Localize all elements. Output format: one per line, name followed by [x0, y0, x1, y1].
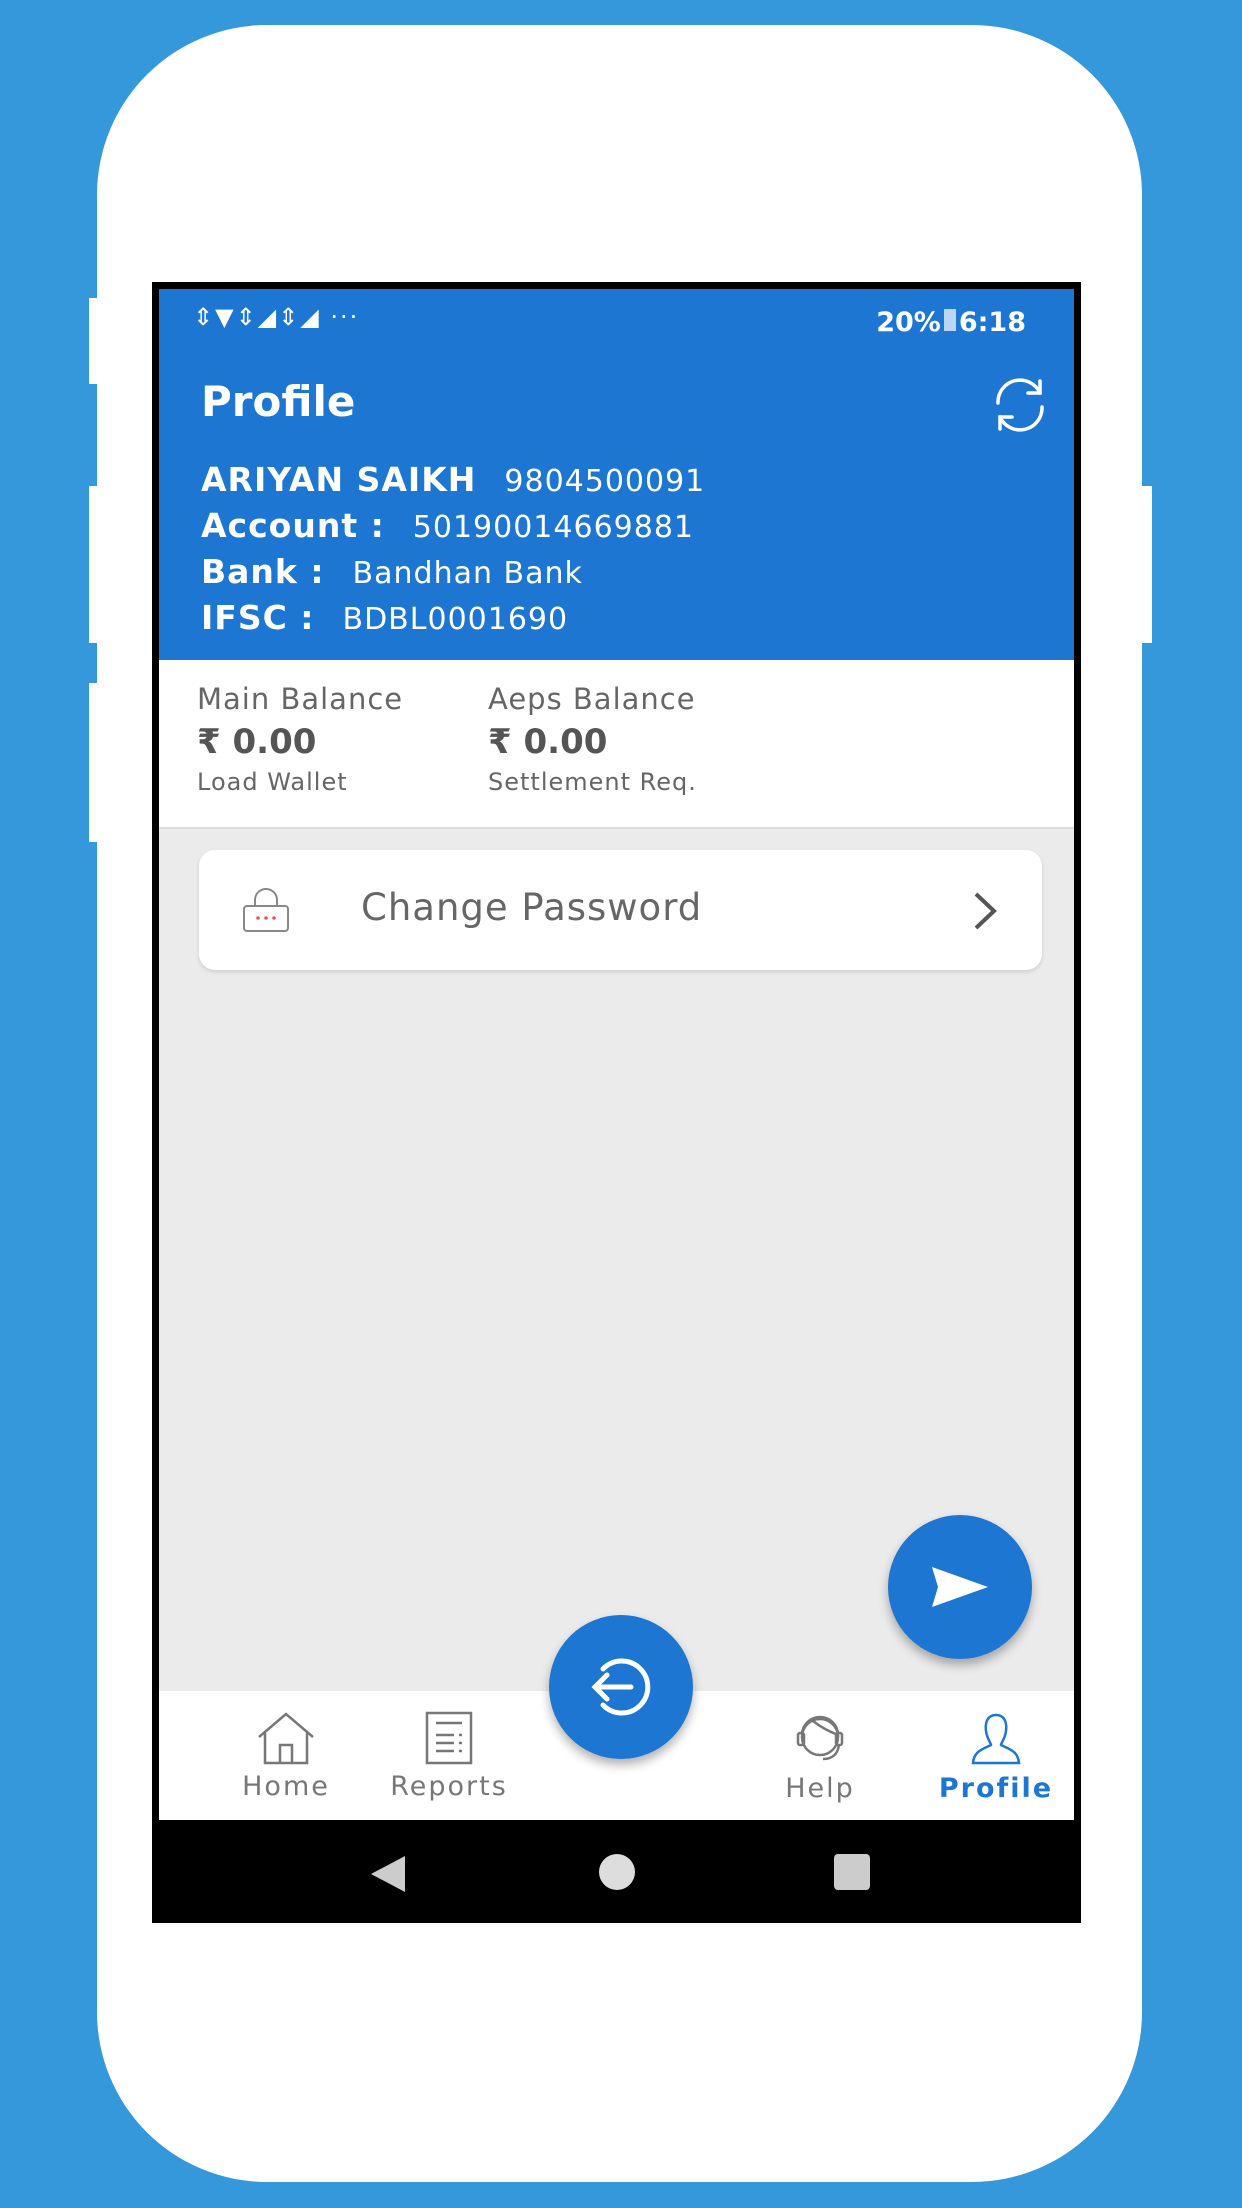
- aeps-balance-label: Aeps Balance: [488, 682, 696, 716]
- nav-profile-label: Profile: [938, 1773, 1054, 1804]
- send-icon: [932, 1567, 988, 1607]
- ifsc-code: BDBL0001690: [342, 602, 569, 637]
- support-icon: [796, 1715, 844, 1761]
- signal-icons: ⇕▼⇕◢⇕◢ ···: [193, 303, 360, 331]
- status-bar: ⇕▼⇕◢⇕◢ ··· 20% 6:18: [159, 289, 1074, 359]
- lock-icon: [243, 888, 289, 932]
- account-number: 50190014669881: [412, 510, 694, 545]
- bank-row: Bank : Bandhan Bank: [201, 552, 583, 591]
- chevron-right-icon: [974, 892, 997, 930]
- clock: 6:18: [958, 307, 1026, 338]
- user-info: ARIYAN SAIKH 9804500091 Account : 50190014…: [159, 450, 1074, 660]
- reports-icon: [425, 1711, 473, 1765]
- refresh-icon[interactable]: [988, 373, 1052, 437]
- battery-icon: [943, 309, 956, 331]
- main-balance-amount: ₹ 0.00: [197, 722, 317, 762]
- nav-reports[interactable]: Reports: [374, 1711, 524, 1802]
- ifsc-label: IFSC :: [201, 598, 315, 637]
- nav-home[interactable]: Home: [211, 1711, 361, 1802]
- phone-side-button: [89, 486, 99, 643]
- bank-label: Bank :: [201, 552, 325, 591]
- settlement-request-link[interactable]: Settlement Req.: [488, 768, 697, 796]
- phone-side-button: [1142, 486, 1152, 643]
- main-balance: Main Balance ₹ 0.00 Load Wallet: [197, 682, 403, 796]
- aeps-balance-amount: ₹ 0.00: [488, 722, 608, 762]
- recents-button[interactable]: [834, 1854, 870, 1890]
- home-button[interactable]: [599, 1854, 635, 1890]
- nav-profile[interactable]: Profile: [921, 1711, 1071, 1804]
- send-fab[interactable]: [888, 1515, 1032, 1659]
- nav-help-label: Help: [785, 1773, 855, 1804]
- load-wallet-link[interactable]: Load Wallet: [197, 768, 403, 796]
- change-password-item[interactable]: Change Password: [199, 850, 1042, 970]
- back-icon[interactable]: [367, 1854, 407, 1894]
- system-nav-bar: [159, 1820, 1074, 1923]
- user-name-row: ARIYAN SAIKH 9804500091: [201, 460, 705, 499]
- app-screen: ⇕▼⇕◢⇕◢ ··· 20% 6:18 Profile ARIYAN SAIKH 9…: [159, 289, 1074, 1820]
- app-toolbar: Profile: [159, 359, 1074, 450]
- phone-side-button: [89, 298, 99, 384]
- nav-help[interactable]: Help: [745, 1711, 895, 1804]
- phone-side-button: [89, 683, 99, 842]
- logout-icon: [591, 1658, 651, 1716]
- logout-fab[interactable]: [549, 1615, 693, 1759]
- battery-level: 20%: [876, 307, 941, 338]
- nav-home-label: Home: [242, 1771, 330, 1802]
- user-phone: 9804500091: [504, 464, 706, 499]
- ifsc-row: IFSC : BDBL0001690: [201, 598, 568, 637]
- home-icon: [258, 1712, 314, 1765]
- nav-reports-label: Reports: [390, 1771, 508, 1802]
- aeps-balance: Aeps Balance ₹ 0.00 Settlement Req.: [488, 682, 697, 796]
- account-row: Account : 50190014669881: [201, 506, 694, 545]
- page-title: Profile: [201, 377, 356, 426]
- account-label: Account :: [201, 506, 385, 545]
- status-right: 20% 6:18: [876, 307, 1026, 338]
- bank-name: Bandhan Bank: [352, 556, 583, 591]
- user-icon: [971, 1713, 1021, 1765]
- change-password-label: Change Password: [361, 886, 703, 929]
- user-name: ARIYAN SAIKH: [201, 460, 477, 499]
- balances-panel: Main Balance ₹ 0.00 Load Wallet Aeps Bal…: [159, 660, 1074, 829]
- main-balance-label: Main Balance: [197, 682, 404, 716]
